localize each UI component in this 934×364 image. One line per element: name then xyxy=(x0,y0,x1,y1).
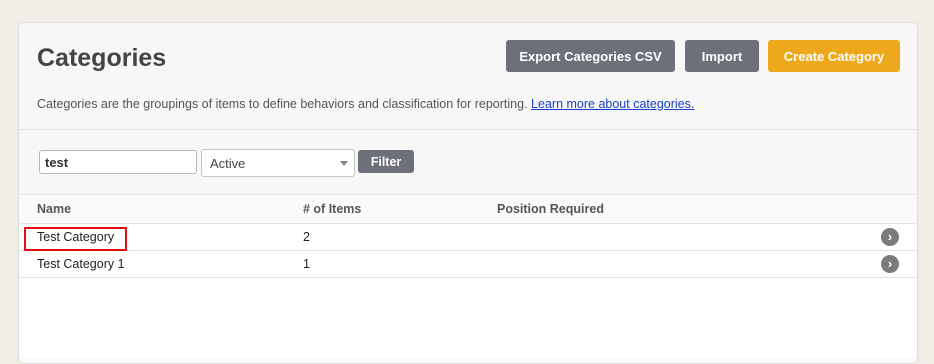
column-header-items: # of Items xyxy=(303,202,362,216)
table-row[interactable]: Test Category 2 › xyxy=(19,224,917,251)
page-title: Categories xyxy=(37,44,167,72)
search-input[interactable] xyxy=(39,150,197,174)
column-header-name: Name xyxy=(37,202,72,216)
page-header: Categories Export Categories CSV Import … xyxy=(19,23,917,130)
status-select-value: Active xyxy=(210,156,246,171)
description-text: Categories are the groupings of items to… xyxy=(37,97,528,111)
table-row[interactable]: Test Category 1 1 › xyxy=(19,251,917,278)
chevron-right-icon[interactable]: › xyxy=(881,255,899,273)
table-empty-area xyxy=(19,278,917,358)
item-count: 1 xyxy=(303,257,310,271)
page-description: Categories are the groupings of items to… xyxy=(37,97,694,111)
column-header-position-required: Position Required xyxy=(497,202,604,216)
learn-more-link[interactable]: Learn more about categories. xyxy=(531,97,694,111)
chevron-right-icon[interactable]: › xyxy=(881,228,899,246)
item-count: 2 xyxy=(303,230,310,244)
chevron-down-icon xyxy=(340,161,348,166)
filter-bar: Active Filter xyxy=(19,130,917,195)
create-category-button[interactable]: Create Category xyxy=(768,40,900,72)
category-name[interactable]: Test Category 1 xyxy=(37,257,125,271)
table-header: Name # of Items Position Required xyxy=(19,195,917,224)
categories-panel: Categories Export Categories CSV Import … xyxy=(18,22,918,364)
category-name[interactable]: Test Category xyxy=(37,230,114,244)
export-categories-csv-button[interactable]: Export Categories CSV xyxy=(506,40,675,72)
filter-button[interactable]: Filter xyxy=(358,150,414,173)
status-select[interactable]: Active xyxy=(201,149,355,177)
categories-table: Name # of Items Position Required Test C… xyxy=(19,195,917,358)
import-button[interactable]: Import xyxy=(685,40,759,72)
